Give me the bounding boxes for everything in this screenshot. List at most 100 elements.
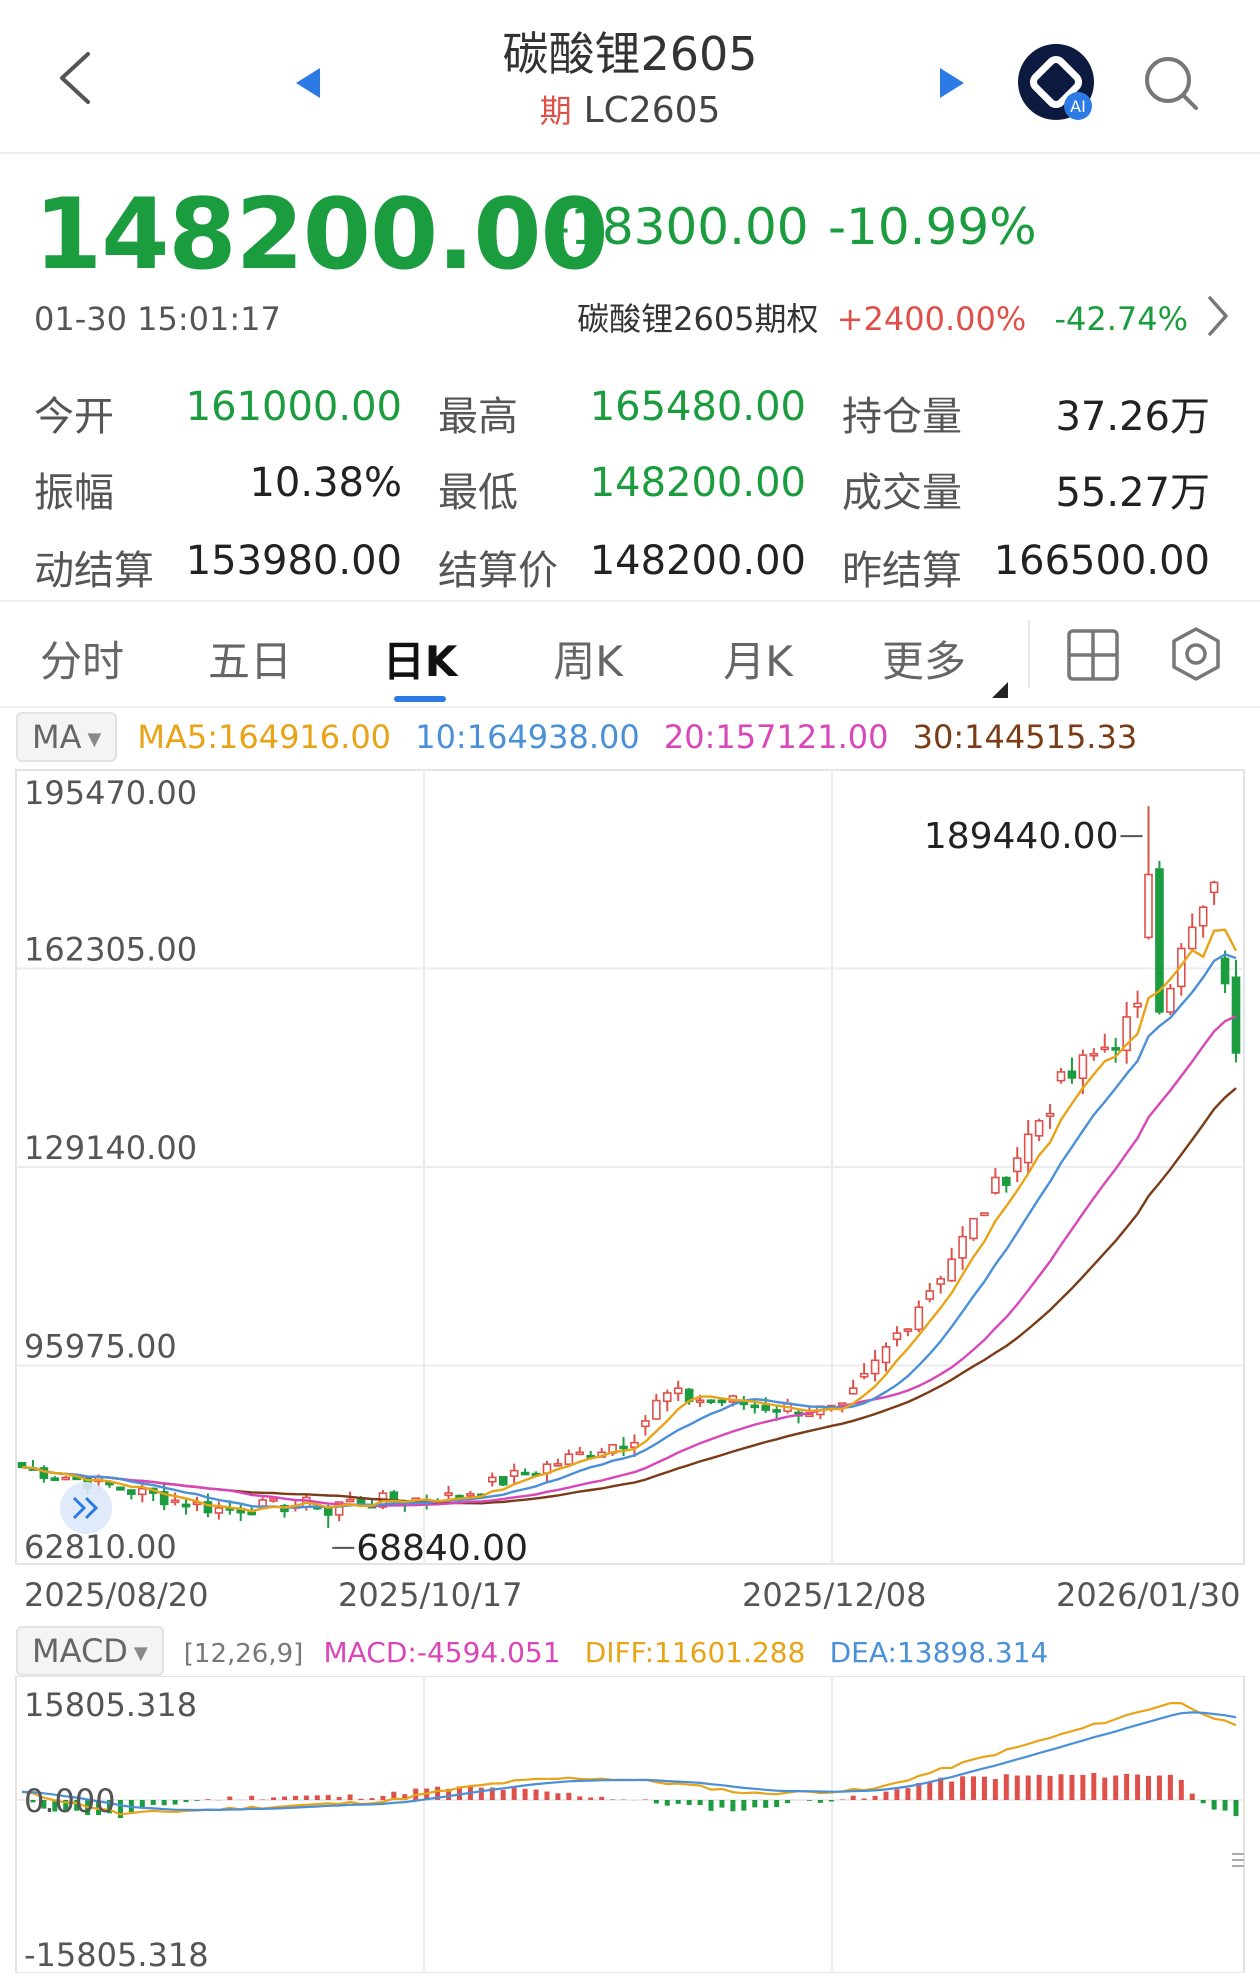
chart-period-tabs: 分时 五日 日K 周K 月K 更多 <box>0 600 1260 708</box>
candle-up <box>805 1413 814 1418</box>
stat-value: 148200.00 <box>589 460 806 506</box>
stat-value: 165480.00 <box>589 384 806 430</box>
candle-up <box>892 1332 902 1341</box>
candle-down <box>772 1409 781 1413</box>
candle-down <box>116 1486 125 1491</box>
contract-code-text: LC2605 <box>583 90 721 131</box>
candle-down <box>498 1475 508 1486</box>
macd-selector-label: MACD <box>32 1632 128 1670</box>
price-change-percent: -10.99% <box>828 198 1037 256</box>
candle-up <box>1166 987 1175 1013</box>
candle-up <box>980 1212 989 1217</box>
ma20-value: 20:157121.00 <box>663 718 889 756</box>
menu-lines-icon <box>1232 1853 1244 1867</box>
candle-down <box>750 1404 760 1409</box>
candle-down <box>127 1489 136 1495</box>
chevron-down-icon: ▼ <box>87 728 102 750</box>
candle-up <box>652 1399 661 1420</box>
macd-value: MACD:-4594.051 <box>323 1636 561 1669</box>
candle-down <box>1111 1047 1120 1051</box>
candle-down <box>247 1511 256 1516</box>
candle-up <box>1198 906 1208 927</box>
candle-down <box>50 1477 60 1481</box>
option-change-up: +2400.00% <box>836 300 1027 338</box>
candle-up <box>170 1499 180 1504</box>
tab-2[interactable]: 日K <box>350 628 490 689</box>
tab-5[interactable]: 更多 <box>854 628 994 689</box>
candle-up <box>214 1507 224 1514</box>
tab-4[interactable]: 月K <box>688 628 828 689</box>
ma10-value: 10:164938.00 <box>415 718 640 756</box>
ma10-line <box>21 953 1237 1509</box>
search-icon[interactable] <box>1142 54 1202 114</box>
candle-down <box>520 1471 530 1476</box>
next-contract-icon[interactable] <box>936 66 966 100</box>
tab-1[interactable]: 五日 <box>180 628 320 689</box>
candle-down <box>1002 1176 1011 1186</box>
candle-up <box>1133 1002 1142 1008</box>
candle-up <box>1012 1157 1022 1173</box>
layout-grid-icon[interactable] <box>1066 628 1120 682</box>
candle-down <box>706 1399 716 1404</box>
ma-selector-label: MA <box>32 718 82 756</box>
stat-value: 10.38% <box>249 460 402 506</box>
macd-selector[interactable]: MACD ▼ <box>16 1626 164 1676</box>
candle-down <box>619 1445 628 1450</box>
stat-label: 今开 <box>34 394 114 440</box>
option-name: 碳酸锂2605期权 <box>577 300 819 338</box>
ma5-line <box>21 928 1238 1513</box>
candle-up <box>903 1328 913 1332</box>
candle-up <box>991 1176 1000 1194</box>
macd-chart[interactable]: 15805.318 0.000 -15805.318 <box>0 1676 1260 1973</box>
candle-up <box>269 1498 278 1502</box>
candle-up <box>958 1235 967 1259</box>
ai-assistant-icon[interactable]: AI <box>1016 42 1100 126</box>
stat-label: 昨结算 <box>842 548 962 594</box>
candle-up <box>1023 1133 1033 1164</box>
stat-value: 153980.00 <box>185 538 402 584</box>
stat-label: 成交量 <box>842 470 962 516</box>
candle-up <box>969 1217 978 1240</box>
macd-y-label: 15805.318 <box>24 1686 197 1724</box>
candle-up <box>662 1392 672 1403</box>
candle-up <box>564 1453 574 1466</box>
y-axis-label: 162305.00 <box>24 931 197 969</box>
svg-text:AI: AI <box>1070 97 1086 116</box>
stat-label: 振幅 <box>34 470 114 516</box>
candle-up <box>859 1372 869 1378</box>
high-marker-label: 189440.00 <box>924 816 1119 857</box>
y-axis-label: 129140.00 <box>24 1129 197 1167</box>
candle-up <box>444 1492 453 1497</box>
candle-up <box>848 1387 858 1395</box>
candle-up <box>695 1399 705 1404</box>
option-summary-link[interactable]: 碳酸锂2605期权 +2400.00% -42.74% <box>577 294 1188 340</box>
candle-up <box>925 1290 935 1300</box>
candle-down <box>761 1404 771 1411</box>
candle-up <box>870 1359 880 1375</box>
tab-0[interactable]: 分时 <box>12 628 152 689</box>
candle-up <box>1209 881 1219 894</box>
active-tab-indicator <box>394 696 446 702</box>
kline-chart[interactable]: 195470.00 162305.00 129140.00 95975.00 62810… <box>0 764 1260 1624</box>
stat-label: 结算价 <box>438 548 558 594</box>
stat-label: 持仓量 <box>842 394 962 440</box>
stat-label: 动结算 <box>34 548 154 594</box>
candle-up <box>1078 1054 1088 1080</box>
candle-up <box>61 1476 71 1481</box>
candle-up <box>1045 1112 1055 1117</box>
stat-label: 最低 <box>438 470 518 516</box>
candle-up <box>673 1387 683 1395</box>
diff-value: DIFF:11601.288 <box>584 1636 806 1669</box>
tab-3[interactable]: 周K <box>518 628 658 689</box>
candle-up <box>1100 1046 1110 1051</box>
dea-value: DEA:13898.314 <box>829 1636 1049 1669</box>
ma-selector[interactable]: MA ▼ <box>16 712 118 762</box>
header-bar: 碳酸锂2605 期 LC2605 AI <box>0 0 1260 154</box>
expand-left-icon[interactable] <box>60 1482 112 1534</box>
stat-value: 166500.00 <box>993 538 1210 584</box>
candle-up <box>466 1493 475 1497</box>
settings-gear-icon[interactable] <box>1168 626 1224 682</box>
candle-up <box>258 1499 267 1507</box>
candle-down <box>1231 976 1241 1054</box>
chevron-right-icon[interactable] <box>1204 294 1232 338</box>
